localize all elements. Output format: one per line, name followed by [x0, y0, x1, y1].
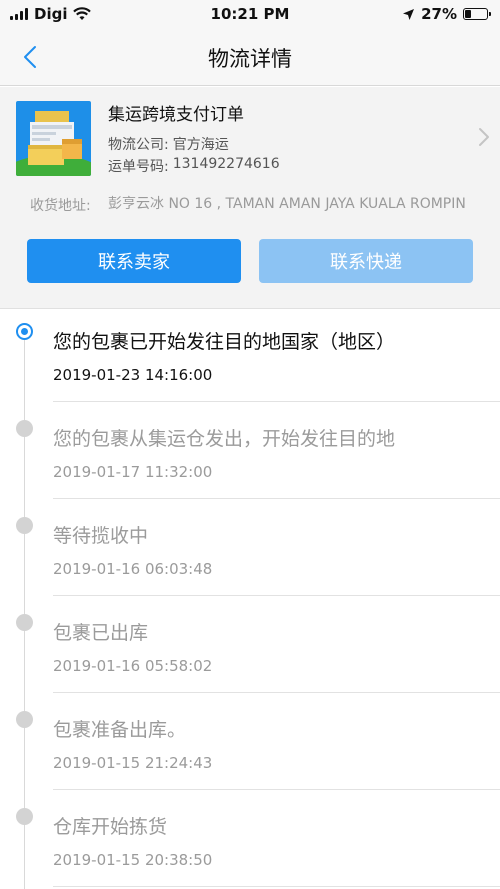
timeline-dot-active	[16, 323, 33, 340]
timeline-event-time: 2019-01-15 21:24:43	[53, 754, 213, 772]
timeline-dot	[16, 711, 33, 728]
timeline-dot	[16, 614, 33, 631]
timeline-divider	[53, 789, 500, 790]
logistics-company-row: 物流公司: 官方海运	[108, 134, 229, 154]
timeline-event-time: 2019-01-17 11:32:00	[53, 463, 213, 481]
timeline-divider	[53, 498, 500, 499]
contact-seller-button[interactable]: 联系卖家	[27, 239, 241, 283]
address-text: 彭亨云冰 NO 16 , TAMAN AMAN JAYA KUALA ROMPI…	[108, 196, 466, 212]
timeline-event-time: 2019-01-23 14:16:00	[53, 366, 213, 384]
timeline-event-time: 2019-01-15 20:38:50	[53, 851, 213, 869]
timeline-event-text: 您的包裹已开始发往目的地国家（地区）	[53, 331, 396, 353]
contact-express-button[interactable]: 联系快递	[259, 239, 473, 283]
order-title: 集运跨境支付订单	[108, 105, 244, 125]
status-right: 27%	[402, 5, 491, 23]
address-label: 收货地址:	[30, 198, 91, 214]
tracking-number-label: 运单号码:	[108, 159, 169, 175]
package-icon	[16, 101, 91, 176]
timeline-dot	[16, 517, 33, 534]
timeline-item: 包裹准备出库。 2019-01-15 21:24:43	[0, 698, 500, 795]
timeline-divider	[53, 886, 500, 887]
timeline-event-time: 2019-01-16 05:58:02	[53, 657, 213, 675]
tracking-number-value: 131492274616	[172, 156, 280, 172]
status-bar: Digi 10:21 PM 27%	[0, 0, 500, 30]
package-thumbnail	[16, 101, 91, 176]
timeline-event-text: 您的包裹从集运仓发出，开始发往目的地	[53, 428, 396, 450]
order-card[interactable]: 集运跨境支付订单 物流公司: 官方海运 运单号码: 131492274616 收…	[0, 87, 500, 309]
timeline-item: 您的包裹已开始发往目的地国家（地区） 2019-01-23 14:16:00	[0, 310, 500, 407]
chevron-right-icon[interactable]	[478, 127, 490, 151]
timeline-event-text: 等待揽收中	[53, 525, 149, 547]
page-title: 物流详情	[208, 47, 292, 71]
timeline-event-text: 包裹已出库	[53, 622, 149, 644]
timeline-divider	[53, 595, 500, 596]
tracking-number-row: 运单号码: 131492274616	[108, 156, 280, 176]
timeline-divider	[53, 401, 500, 402]
timeline-dot	[16, 420, 33, 437]
timeline-item: 等待揽收中 2019-01-16 06:03:48	[0, 504, 500, 601]
timeline-divider	[53, 692, 500, 693]
nav-bar: 物流详情	[0, 30, 500, 86]
timeline-item: 包裹已出库 2019-01-16 05:58:02	[0, 601, 500, 698]
timeline-event-text: 仓库开始拣货	[53, 816, 168, 838]
battery-icon	[463, 8, 491, 20]
timeline-dot	[16, 808, 33, 825]
timeline-event-text: 包裹准备出库。	[53, 719, 187, 741]
logistics-company-value: 官方海运	[172, 137, 229, 153]
battery-fill	[465, 10, 471, 18]
timeline-item: 仓库开始拣货 2019-01-15 20:38:50	[0, 795, 500, 889]
timeline-event-time: 2019-01-16 06:03:48	[53, 560, 213, 578]
timeline-item: 您的包裹从集运仓发出，开始发往目的地 2019-01-17 11:32:00	[0, 407, 500, 504]
logistics-company-label: 物流公司:	[108, 137, 169, 153]
battery-percent: 27%	[421, 5, 457, 23]
location-arrow-icon	[403, 8, 415, 20]
